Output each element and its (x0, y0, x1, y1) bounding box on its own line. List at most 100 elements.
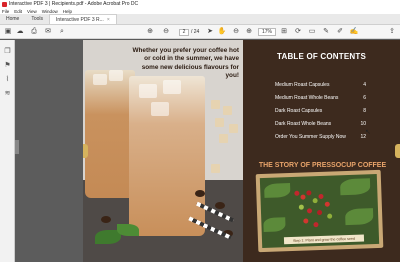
toc-title: TABLE OF CONTENTS (276, 52, 367, 61)
coffee-cherry (300, 194, 306, 200)
sugar-cube (219, 134, 228, 143)
menu-file[interactable]: File (2, 9, 9, 14)
toc-item-label: Order You Summer Supply Now (275, 134, 346, 140)
bookmark-icon[interactable]: ⚑ (3, 60, 12, 69)
leaf (344, 208, 374, 226)
previous-page-arrow[interactable] (83, 144, 88, 158)
mint-leaf (117, 224, 139, 236)
ice-cube (139, 84, 157, 98)
page-indicator: 2 / 24 (179, 28, 199, 36)
leaf (339, 178, 371, 196)
page-up-icon[interactable]: ⊕ (146, 28, 154, 36)
tab-bar: Home Tools Interactive PDF 3 R... × (0, 14, 400, 25)
coffee-plant-image: Step 1: Plant and grow the coffee seed (259, 173, 380, 249)
coffee-cherry (298, 204, 304, 210)
fit-page-icon[interactable]: ⊞ (280, 28, 288, 36)
sign-icon[interactable]: ✍ (350, 28, 359, 36)
pdf-page-spread: Whether you prefer your coffee hot or co… (83, 40, 400, 262)
coffee-cherry (306, 190, 312, 196)
coffee-cherry (306, 208, 313, 214)
sugar-cube (211, 100, 220, 109)
navigation-panel: ❐ ⚑ ⌇ ≋ (0, 40, 15, 262)
sugar-cube (211, 164, 220, 173)
print-icon[interactable]: ⎙ (30, 28, 38, 36)
pen-icon[interactable]: ✎ (322, 28, 330, 36)
menu-window[interactable]: Window (42, 9, 58, 14)
select-cursor-icon[interactable]: ➤ (206, 28, 214, 36)
title-bar: Interactive PDF 3 | Recipients.pdf - Ado… (0, 0, 400, 8)
layers-icon[interactable]: ≋ (3, 88, 12, 97)
hand-tool-icon[interactable]: ✋ (218, 28, 227, 36)
coffee-glass-center (129, 76, 205, 236)
leaf (263, 217, 286, 232)
leaf (264, 183, 291, 198)
toc-item-label: Dark Roast Capsules (275, 108, 323, 114)
photo-caption: Step 1: Plant and grow the coffee seed (283, 234, 365, 245)
mouse-cursor-icon: ↖ (365, 129, 371, 136)
share-icon[interactable]: ⇪ (388, 28, 396, 36)
coffee-cherry (313, 222, 319, 228)
window-title: Interactive PDF 3 | Recipients.pdf - Ado… (9, 1, 139, 7)
coffee-cherry (327, 213, 333, 219)
coffee-cherries-photo: Step 1: Plant and grow the coffee seed (255, 169, 384, 253)
toc-item-page: 6 (363, 95, 366, 101)
zoom-level[interactable]: 17% (258, 28, 276, 36)
page-down-icon[interactable]: ⊖ (162, 28, 170, 36)
rotate-icon[interactable]: ⟳ (294, 28, 302, 36)
sugar-cube (215, 118, 224, 127)
zoom-out-icon[interactable]: ⊖ (232, 28, 240, 36)
panel-collapse-handle[interactable] (15, 140, 19, 154)
coffee-cherry (318, 193, 324, 200)
toc-item-label: Medium Roast Whole Beans (275, 95, 339, 101)
toc-item-label: Dark Roast Whole Beans (275, 121, 332, 127)
ice-cube (151, 102, 169, 116)
toc-item[interactable]: Order You Summer Supply Now 12 (275, 133, 366, 141)
coffee-bean (101, 216, 111, 223)
zoom-in-icon[interactable]: ⊕ (245, 28, 253, 36)
highlight-icon[interactable]: ✐ (336, 28, 344, 36)
coffee-bean (215, 202, 225, 209)
tab-home[interactable]: Home (0, 14, 25, 24)
toolbar: ▣ ☁ ⎙ ✉ ⌕ ⊕ ⊖ 2 / 24 ➤ ✋ ⊖ ⊕ 17% ⊞ ⟳ ▭ ✎… (0, 25, 400, 39)
page-thumbnails-icon[interactable]: ❐ (3, 46, 12, 55)
ice-cube (109, 70, 123, 81)
tab-document[interactable]: Interactive PDF 3 R... × (49, 14, 117, 24)
sugar-cube (223, 106, 232, 115)
ice-cube (93, 74, 107, 85)
toc-item-page: 10 (360, 121, 366, 127)
ice-cube (163, 80, 181, 94)
toc-item[interactable]: Medium Roast Whole Beans 6 (275, 94, 366, 102)
story-title: THE STORY OF PRESSOCUP COFFEE (258, 162, 387, 169)
close-tab-icon[interactable]: × (107, 17, 110, 23)
document-gutter (15, 40, 83, 262)
toc-item[interactable]: Medium Roast Capsules 4 (275, 81, 366, 89)
toc-item[interactable]: Dark Roast Whole Beans 10 (275, 120, 366, 128)
mail-icon[interactable]: ✉ (44, 28, 52, 36)
cloud-upload-icon[interactable]: ☁ (16, 28, 24, 36)
search-icon[interactable]: ⌕ (58, 28, 66, 36)
toc-item-page: 8 (363, 108, 366, 114)
coffee-cherry (324, 201, 330, 207)
menu-edit[interactable]: Edit (14, 9, 22, 14)
menu-help[interactable]: Help (63, 9, 72, 14)
page-total: / 24 (191, 29, 200, 35)
coffee-cherry (294, 190, 300, 196)
menu-view[interactable]: View (27, 9, 37, 14)
coffee-cherry (303, 218, 309, 224)
attachment-icon[interactable]: ⌇ (3, 74, 12, 83)
sugar-cube (229, 124, 238, 133)
toc-item[interactable]: Dark Roast Capsules 8 (275, 107, 366, 115)
toc-item-label: Medium Roast Capsules (275, 82, 330, 88)
comment-icon[interactable]: ▭ (308, 28, 316, 36)
promo-quote: Whether you prefer your coffee hot or co… (132, 47, 239, 80)
coffee-glass-left (85, 70, 135, 198)
tab-tools[interactable]: Tools (25, 14, 49, 24)
page-number-input[interactable]: 2 (179, 28, 189, 36)
coffee-cherry (312, 198, 318, 204)
next-page-arrow[interactable] (395, 144, 400, 158)
acrobat-icon (2, 1, 7, 7)
toc-item-page: 4 (363, 82, 366, 88)
save-icon[interactable]: ▣ (4, 28, 12, 36)
coffee-bean (195, 190, 205, 197)
coffee-cherry (316, 209, 323, 216)
